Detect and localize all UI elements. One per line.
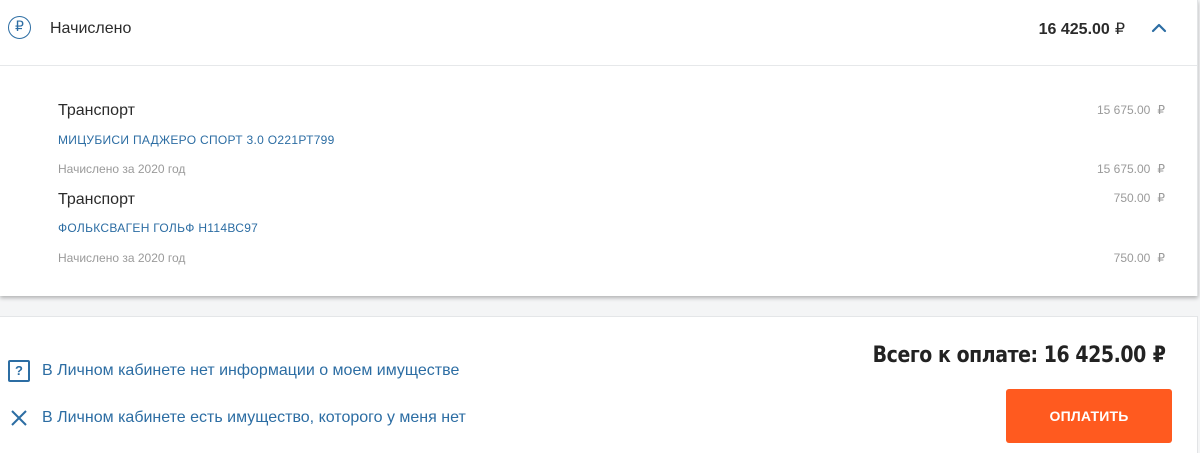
no-info-link-text[interactable]: В Личном кабинете нет информации о моем … <box>42 362 459 380</box>
ruble-circle-icon: ₽ <box>8 16 31 39</box>
note-amount-value: 15 675.00 <box>1096 162 1151 176</box>
item-amount-value: 750.00 <box>1113 191 1151 205</box>
total-currency: ₽ <box>1152 343 1165 368</box>
close-icon <box>8 407 30 429</box>
item-type-title: Транспорт <box>58 191 135 208</box>
note-amount-value: 750.00 <box>1113 251 1151 265</box>
not-mine-link-text[interactable]: В Личном кабинете есть имущество, которо… <box>42 409 466 427</box>
currency-sign: ₽ <box>1157 103 1165 117</box>
question-box-icon: ? <box>8 360 30 382</box>
vehicle-link[interactable]: МИЦУБИСИ ПАДЖЕРО СПОРТ 3.0 О221РТ799 <box>58 133 335 147</box>
accrued-panel: ₽ Начислено 16 425.00 ₽ Транспорт 15 675.… <box>0 0 1198 296</box>
total-to-pay: Всего к оплате: 16 425.00 ₽ <box>872 343 1165 368</box>
total-label: Всего к оплате: 16 425.00 <box>872 343 1146 368</box>
payment-footer: ? В Личном кабинете нет информации о мое… <box>0 316 1198 453</box>
currency-sign: ₽ <box>1157 162 1165 176</box>
item-amount-value: 15 675.00 <box>1096 103 1151 117</box>
accrued-amount: 16 425.00 ₽ <box>1039 19 1125 39</box>
accrued-currency: ₽ <box>1114 19 1125 38</box>
accrued-amount-value: 16 425.00 <box>1038 21 1110 38</box>
item-amount: 750.00 ₽ <box>1114 191 1165 205</box>
no-info-link[interactable]: ? В Личном кабинете нет информации о мое… <box>8 360 459 382</box>
item-type-title: Транспорт <box>58 102 135 119</box>
vehicle-link[interactable]: ФОЛЬКСВАГЕН ГОЛЬФ Н114ВС97 <box>58 221 258 235</box>
accrual-note: Начислено за 2020 год <box>58 162 186 176</box>
accrued-header[interactable]: ₽ Начислено 16 425.00 ₽ <box>0 0 1197 66</box>
chevron-up-icon[interactable] <box>1149 20 1169 36</box>
accrual-note: Начислено за 2020 год <box>58 251 186 265</box>
pay-button[interactable]: ОПЛАТИТЬ <box>1006 389 1172 443</box>
currency-sign: ₽ <box>1157 251 1165 265</box>
note-amount: 15 675.00 ₽ <box>1097 162 1165 176</box>
currency-sign: ₽ <box>1157 191 1165 205</box>
item-amount: 15 675.00 ₽ <box>1097 103 1165 117</box>
not-mine-link[interactable]: В Личном кабинете есть имущество, которо… <box>8 407 466 429</box>
accrued-title: Начислено <box>50 20 132 37</box>
note-amount: 750.00 ₽ <box>1114 251 1165 265</box>
